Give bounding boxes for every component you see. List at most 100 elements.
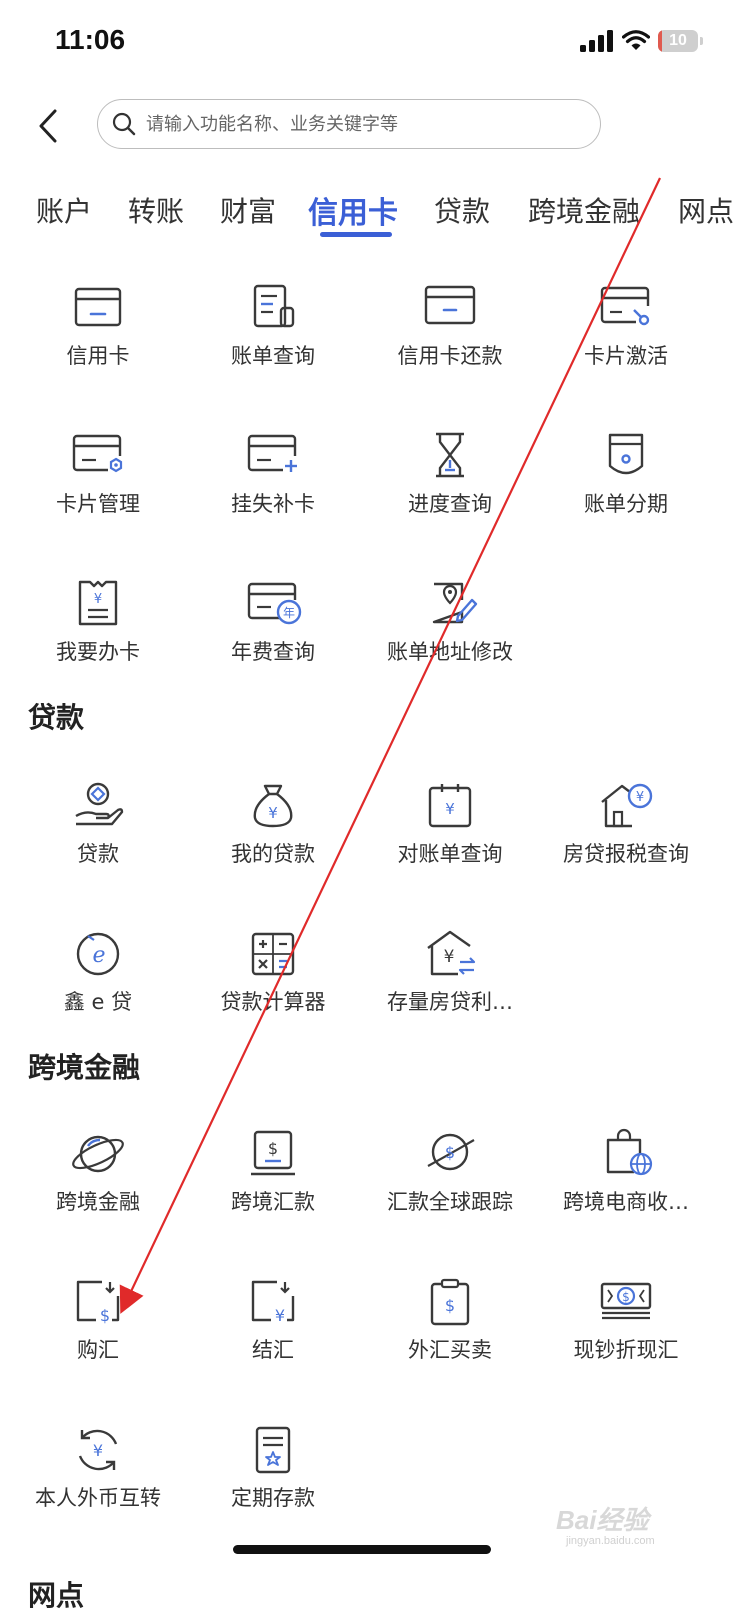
grid-item-label: 年费查询 [231, 640, 315, 664]
grid-item-annual-fee[interactable]: 年 年费查询 [185, 578, 361, 698]
grid-item-card-replace[interactable]: 挂失补卡 [185, 430, 361, 550]
global-track-icon: $ [427, 1133, 475, 1171]
svg-text:e: e [92, 943, 105, 968]
back-button[interactable] [30, 104, 66, 148]
grid-item-address-edit[interactable]: 账单地址修改 [362, 578, 538, 698]
cash-convert-icon: $ [600, 1282, 652, 1320]
svg-text:¥: ¥ [93, 1441, 103, 1460]
grid-item-card-manage[interactable]: 卡片管理 [10, 430, 186, 550]
grid-item-label: 房贷报税查询 [563, 842, 689, 866]
grid-item-card-repay[interactable]: 信用卡还款 [362, 282, 538, 402]
grid-item-global-track[interactable]: $ 汇款全球跟踪 [362, 1128, 538, 1248]
grid-item-label: 卡片激活 [584, 344, 668, 368]
svg-text:¥: ¥ [275, 1306, 285, 1325]
card-replace-icon [247, 434, 297, 472]
grid-item-house-rate[interactable]: ¥ 存量房贷利… [362, 928, 538, 1048]
grid-item-credit-card[interactable]: 信用卡 [10, 282, 186, 402]
grid-item-installment[interactable]: 账单分期 [538, 430, 714, 550]
grid-item-label: 贷款 [77, 842, 119, 866]
grid-item-cash-convert[interactable]: $ 现钞折现汇 [538, 1276, 714, 1396]
house-tax-icon: ¥ [601, 783, 653, 828]
header [0, 96, 739, 156]
battery-level: 10 [669, 32, 687, 49]
grid-item-fx-exchange[interactable]: ¥ 本人外币互转 [10, 1424, 186, 1544]
grid-item-label: 跨境汇款 [231, 1190, 315, 1214]
grid-item-label: 汇款全球跟踪 [387, 1190, 513, 1214]
chevron-left-icon [39, 109, 57, 143]
tab-cross-border[interactable]: 跨境金融 [528, 190, 640, 230]
wifi-icon [622, 30, 650, 50]
grid-item-apply-card[interactable]: ¥ 我要办卡 [10, 578, 186, 698]
grid-item-statement-query[interactable]: ¥ 对账单查询 [362, 780, 538, 900]
tab-account[interactable]: 账户 [36, 190, 92, 230]
grid-item-ecommerce[interactable]: 跨境电商收… [538, 1128, 714, 1248]
grid-item-e-loan[interactable]: e 鑫 e 贷 [10, 928, 186, 1048]
grid-item-house-tax[interactable]: ¥ 房贷报税查询 [538, 780, 714, 900]
fx-exchange-icon: ¥ [78, 1429, 118, 1471]
svg-text:$: $ [268, 1139, 278, 1158]
grid-item-fx-trade[interactable]: $ 外汇买卖 [362, 1276, 538, 1396]
section-title-loans: 贷款 [28, 701, 85, 734]
tab-outlets[interactable]: 网点 [678, 190, 734, 230]
grid-item-remittance[interactable]: $ 跨境汇款 [185, 1128, 361, 1248]
grid-item-settle-fx[interactable]: ¥ 结汇 [185, 1276, 361, 1396]
tab-loans[interactable]: 贷款 [434, 190, 490, 230]
grid-item-label: 卡片管理 [56, 492, 140, 516]
tab-credit-card[interactable]: 信用卡 [308, 190, 398, 232]
grid-item-deposit[interactable]: 定期存款 [185, 1424, 361, 1544]
grid-item-label: 账单地址修改 [387, 640, 513, 664]
card-repay-icon [424, 285, 476, 325]
grid-item-loan[interactable]: 贷款 [10, 780, 186, 900]
grid-item-cross-border[interactable]: 跨境金融 [10, 1128, 186, 1248]
svg-text:年: 年 [283, 606, 295, 620]
grid-item-bill-query[interactable]: 账单查询 [185, 282, 361, 402]
grid-item-label: 贷款计算器 [220, 990, 326, 1014]
fx-trade-icon: $ [430, 1278, 470, 1326]
grid-item-my-loans[interactable]: ¥ 我的贷款 [185, 780, 361, 900]
grid-item-label: 进度查询 [408, 492, 492, 516]
section-title-outlets: 网点 [28, 1579, 85, 1612]
loan-icon [75, 782, 124, 826]
status-icons: 10 [580, 30, 703, 52]
grid-item-label: 账单查询 [231, 344, 315, 368]
grid-item-label: 外汇买卖 [408, 1338, 492, 1362]
status-bar: 11:06 10 [0, 0, 739, 90]
settle-fx-icon: ¥ [251, 1280, 295, 1325]
svg-text:$: $ [622, 1290, 630, 1304]
ecommerce-bag-icon [606, 1128, 653, 1176]
grid-item-label: 我要办卡 [56, 640, 140, 664]
grid-item-loan-calculator[interactable]: 贷款计算器 [185, 928, 361, 1048]
category-tabs: 账户 转账 财富 信用卡 贷款 跨境金融 网点 [0, 190, 739, 250]
remittance-icon: $ [251, 1130, 295, 1176]
grid-item-buy-fx[interactable]: $ 购汇 [10, 1276, 186, 1396]
status-time: 11:06 [55, 24, 126, 55]
watermark: Bai经验 [556, 1505, 649, 1535]
address-edit-icon [432, 582, 478, 624]
svg-text:¥: ¥ [268, 804, 278, 822]
grid-item-card-activate[interactable]: 卡片激活 [538, 282, 714, 402]
grid-item-label: 信用卡还款 [397, 344, 503, 368]
tab-transfer[interactable]: 转账 [128, 190, 184, 230]
search-box[interactable] [97, 99, 601, 149]
grid-item-label: 对账单查询 [397, 842, 503, 866]
search-input[interactable] [144, 112, 568, 136]
grid-item-label: 本人外币互转 [35, 1486, 161, 1510]
home-indicator[interactable] [233, 1545, 491, 1554]
grid-item-label: 信用卡 [66, 344, 130, 368]
watermark-url: jingyan.baidu.com [566, 1535, 655, 1547]
svg-text:¥: ¥ [94, 592, 102, 607]
installment-icon [608, 433, 644, 475]
section-title-cross-border: 跨境金融 [28, 1051, 141, 1084]
svg-text:$: $ [100, 1306, 110, 1325]
credit-card-icon [74, 287, 122, 327]
svg-text:¥: ¥ [444, 947, 455, 967]
card-activate-icon [600, 286, 650, 326]
battery-icon: 10 [658, 30, 698, 52]
annual-fee-icon: 年 [247, 582, 302, 625]
deposit-icon [255, 1426, 291, 1474]
calculator-icon [251, 932, 295, 976]
grid-item-label: 购汇 [77, 1338, 119, 1362]
money-bag-icon: ¥ [253, 784, 293, 828]
grid-item-progress-query[interactable]: 进度查询 [362, 430, 538, 550]
tab-wealth[interactable]: 财富 [220, 190, 276, 230]
